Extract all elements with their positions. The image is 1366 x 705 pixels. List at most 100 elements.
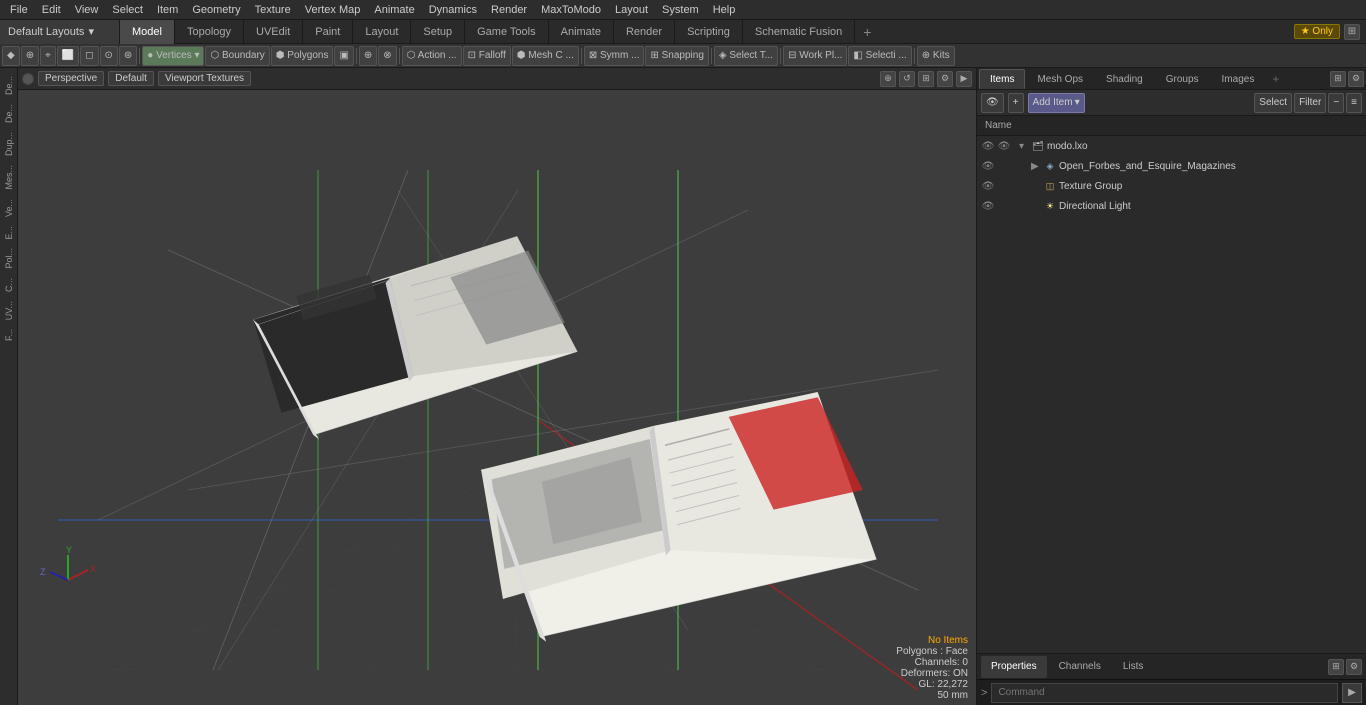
vp-icon-settings[interactable]: ⚙ — [937, 71, 953, 87]
viewport-texture-dropdown[interactable]: Viewport Textures — [158, 71, 251, 86]
selecti-button[interactable]: ◧ Selecti ... — [848, 46, 911, 66]
mode-btn-9[interactable]: ⊗ — [378, 46, 396, 66]
item-eye-modo-lxo[interactable]: 👁 — [981, 139, 995, 153]
panel-expand-btn[interactable]: ⊞ — [1330, 71, 1346, 87]
menu-item[interactable]: Item — [151, 0, 184, 20]
layout-tab-model[interactable]: Model — [120, 20, 175, 44]
select-t-button[interactable]: ◈ Select T... — [714, 46, 778, 66]
items-eye-btn[interactable]: 👁 — [981, 93, 1004, 113]
sidebar-tab-1[interactable]: De... — [2, 100, 16, 127]
item-row-open-forbes[interactable]: 👁 ▶ ◈ Open_Forbes_and_Esquire_Magazines — [977, 156, 1366, 176]
item-row-texture-group[interactable]: 👁 ◫ Texture Group — [977, 176, 1366, 196]
items-filter-btn[interactable]: Filter — [1294, 93, 1326, 113]
boundary-button[interactable]: ⬡ Boundary — [205, 46, 269, 66]
item-eye-open-forbes[interactable]: 👁 — [981, 159, 995, 173]
action-button[interactable]: ⬡ Action ... — [402, 46, 462, 66]
items-minus-btn[interactable]: − — [1328, 93, 1344, 113]
viewport-dot[interactable] — [22, 73, 34, 85]
panel-tab-plus[interactable]: + — [1266, 72, 1285, 86]
sidebar-tab-8[interactable]: UV... — [2, 297, 16, 324]
work-pl-button[interactable]: ⊟ Work Pl... — [783, 46, 847, 66]
vp-icon-fit[interactable]: ⊕ — [880, 71, 896, 87]
layout-dropdown[interactable]: Default Layouts ▾ — [0, 20, 120, 44]
bottom-tab-properties[interactable]: Properties — [981, 656, 1047, 678]
mode-btn-8[interactable]: ⊕ — [359, 46, 377, 66]
sidebar-tab-0[interactable]: De... — [2, 72, 16, 99]
star-only-button[interactable]: ★ Only — [1294, 24, 1340, 39]
layout-tab-animate[interactable]: Animate — [549, 20, 614, 44]
items-select-btn[interactable]: Select — [1254, 93, 1292, 113]
item-eye2-modo-lxo[interactable]: 👁 — [997, 139, 1011, 153]
menu-help[interactable]: Help — [707, 0, 742, 20]
polygons-button[interactable]: ⬢ Polygons — [271, 46, 334, 66]
bottom-expand-btn[interactable]: ⊞ — [1328, 659, 1344, 675]
menu-layout[interactable]: Layout — [609, 0, 654, 20]
layout-tab-render[interactable]: Render — [614, 20, 675, 44]
symm-button[interactable]: ⊠ Symm ... — [584, 46, 645, 66]
layout-tab-topology[interactable]: Topology — [175, 20, 244, 44]
vp-icon-grid[interactable]: ⊞ — [918, 71, 934, 87]
items-more-btn[interactable]: ≡ — [1346, 93, 1362, 113]
panel-tab-groups[interactable]: Groups — [1155, 69, 1210, 89]
menu-view[interactable]: View — [69, 0, 105, 20]
panel-tab-shading[interactable]: Shading — [1095, 69, 1154, 89]
menu-render[interactable]: Render — [485, 0, 533, 20]
menu-select[interactable]: Select — [106, 0, 149, 20]
bottom-tab-lists[interactable]: Lists — [1113, 656, 1154, 678]
kits-button[interactable]: ⊕ Kits — [917, 46, 955, 66]
mode-btn-3[interactable]: ⬜ — [57, 46, 79, 66]
panel-tab-items[interactable]: Items — [979, 69, 1025, 89]
menu-system[interactable]: System — [656, 0, 705, 20]
panel-tab-images[interactable]: Images — [1211, 69, 1266, 89]
item-row-modo-lxo[interactable]: 👁 👁 ▾ 🗂 modo.lxo — [977, 136, 1366, 156]
layout-tab-layout[interactable]: Layout — [353, 20, 411, 44]
sidebar-tab-3[interactable]: Mes... — [2, 161, 16, 194]
sidebar-tab-6[interactable]: Pol... — [2, 244, 16, 273]
menu-vertex-map[interactable]: Vertex Map — [299, 0, 367, 20]
sidebar-tab-4[interactable]: Ve... — [2, 195, 16, 221]
vp-icon-rotate[interactable]: ↺ — [899, 71, 915, 87]
menu-dynamics[interactable]: Dynamics — [423, 0, 483, 20]
mode-btn-2[interactable]: ⌖ — [40, 46, 56, 66]
mode-btn-1[interactable]: ⊕ — [21, 46, 39, 66]
viewport-shading-dropdown[interactable]: Default — [108, 71, 154, 86]
menu-file[interactable]: File — [4, 0, 34, 20]
mode-btn-7[interactable]: ▣ — [334, 46, 353, 66]
command-input[interactable] — [991, 683, 1338, 703]
panel-tab-mesh-ops[interactable]: Mesh Ops — [1026, 69, 1094, 89]
mode-btn-0[interactable]: ◆ — [2, 46, 20, 66]
add-item-button[interactable]: Add Item ▾ — [1028, 93, 1085, 113]
menu-max-to-modo[interactable]: MaxToModo — [535, 0, 607, 20]
layout-tab-game-tools[interactable]: Game Tools — [465, 20, 549, 44]
mode-btn-6[interactable]: ⊛ — [119, 46, 137, 66]
layout-tab-schematic-fusion[interactable]: Schematic Fusion — [743, 20, 855, 44]
layout-tab-setup[interactable]: Setup — [411, 20, 465, 44]
vp-icon-play[interactable]: ▶ — [956, 71, 972, 87]
layout-tab-plus[interactable]: + — [855, 20, 879, 44]
menu-texture[interactable]: Texture — [249, 0, 297, 20]
sidebar-tab-9[interactable]: F... — [2, 325, 16, 345]
falloff-button[interactable]: ⊡ Falloff — [463, 46, 511, 66]
layout-expand-button[interactable]: ⊞ — [1344, 24, 1360, 40]
layout-tab-scripting[interactable]: Scripting — [675, 20, 743, 44]
command-submit-btn[interactable]: ▶ — [1342, 683, 1362, 703]
item-arrow-open-forbes[interactable]: ▶ — [1031, 161, 1041, 172]
vertices-button[interactable]: ● Vertices ▾ — [142, 46, 204, 66]
layout-tab-uvedit[interactable]: UVEdit — [244, 20, 303, 44]
snapping-button[interactable]: ⊞ Snapping — [645, 46, 708, 66]
layout-tab-paint[interactable]: Paint — [303, 20, 353, 44]
sidebar-tab-2[interactable]: Dup... — [2, 128, 16, 160]
mode-btn-5[interactable]: ⊙ — [100, 46, 118, 66]
items-add-btn[interactable]: + — [1008, 93, 1024, 113]
sidebar-tab-7[interactable]: C... — [2, 274, 16, 296]
panel-settings-btn[interactable]: ⚙ — [1348, 71, 1364, 87]
item-eye-texture-group[interactable]: 👁 — [981, 179, 995, 193]
menu-edit[interactable]: Edit — [36, 0, 67, 20]
item-eye-directional-light[interactable]: 👁 — [981, 199, 995, 213]
viewport-perspective-dropdown[interactable]: Perspective — [38, 71, 104, 86]
mode-btn-4[interactable]: ◻ — [80, 46, 98, 66]
menu-geometry[interactable]: Geometry — [186, 0, 246, 20]
sidebar-tab-5[interactable]: E... — [2, 222, 16, 244]
bottom-settings-btn[interactable]: ⚙ — [1346, 659, 1362, 675]
menu-animate[interactable]: Animate — [368, 0, 420, 20]
